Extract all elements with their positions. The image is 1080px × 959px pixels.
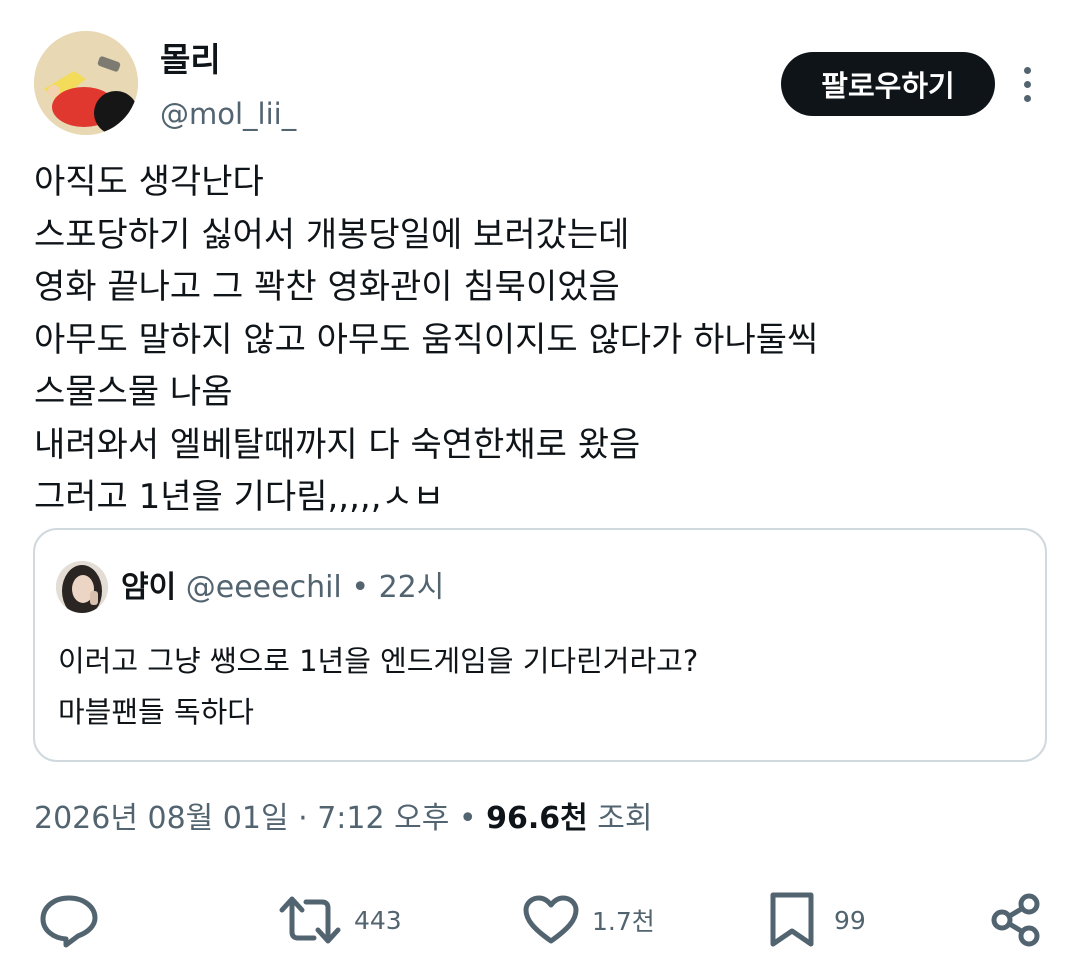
- tweet-date[interactable]: 2026년 08월 01일: [34, 801, 289, 836]
- quoted-line: 이러고 그냥 쌩으로 1년을 엔드게임을 기다린거라고?: [58, 644, 699, 678]
- speech-bubble-icon: [40, 895, 98, 948]
- views-count: 96.6천: [486, 801, 588, 836]
- tweet-line: 내려와서 엘베탈때까지 다 숙연한채로 왔음: [34, 424, 641, 465]
- views-label: 조회: [597, 801, 653, 836]
- tweet-text: 아직도 생각난다 스포당하기 싫어서 개봉당일에 보러갔는데 영화 끝나고 그 …: [34, 156, 1044, 524]
- heart-icon: [523, 895, 579, 944]
- tweet-line: 영화 끝나고 그 꽉찬 영화관이 침묵이었음: [34, 267, 620, 307]
- quoted-handle[interactable]: @eeeechil: [186, 570, 342, 605]
- bookmark-icon: [770, 892, 814, 947]
- bookmark-count: 99: [834, 905, 866, 935]
- quoted-separator: •: [351, 570, 370, 605]
- author-avatar[interactable]: [34, 31, 138, 135]
- reply-button[interactable]: [38, 890, 100, 950]
- tweet-line: 아직도 생각난다: [34, 162, 264, 202]
- meta-separator: ·: [298, 801, 308, 836]
- quoted-header: 얌이 @eeeechil • 22시: [121, 566, 444, 610]
- like-button[interactable]: 1.7천: [522, 890, 655, 950]
- quoted-text: 이러고 그냥 쌩으로 1년을 엔드게임을 기다린거라고? 마블팬들 독하다: [58, 636, 698, 738]
- tweet-time[interactable]: 7:12 오후: [317, 801, 449, 836]
- more-options-button[interactable]: [1010, 62, 1044, 106]
- author-display-name[interactable]: 몰리: [160, 38, 221, 82]
- quoted-author-avatar: [56, 561, 108, 613]
- follow-button[interactable]: 팔로우하기: [781, 52, 995, 116]
- like-count: 1.7천: [592, 907, 655, 936]
- retweet-arrows-icon: [279, 896, 341, 944]
- bookmark-button[interactable]: 99: [768, 890, 866, 950]
- quoted-time[interactable]: 22시: [379, 570, 445, 605]
- tweet-line: 그러고 1년을 기다림,,,,,ㅅㅂ: [34, 477, 445, 517]
- tweet-line: 아무도 말하지 않고 아무도 움직이지도 않다가 하나둘씩: [34, 319, 819, 360]
- tweet-line: 스물스물 나옴: [34, 372, 233, 412]
- retweet-count: 443: [354, 905, 402, 935]
- quoted-display-name[interactable]: 얌이: [121, 570, 176, 605]
- tweet-meta: 2026년 08월 01일 · 7:12 오후 • 96.6천 조회: [34, 797, 653, 841]
- quoted-line: 마블팬들 독하다: [58, 695, 254, 729]
- retweet-button[interactable]: 443: [278, 890, 402, 950]
- meta-separator: •: [458, 801, 477, 836]
- vertical-dots-icon: [1023, 66, 1031, 74]
- share-button[interactable]: [988, 890, 1044, 950]
- share-nodes-icon: [991, 893, 1040, 947]
- author-handle[interactable]: @mol_lii_: [160, 94, 296, 134]
- tweet-line: 스포당하기 싫어서 개봉당일에 보러갔는데: [34, 214, 630, 255]
- quoted-tweet-card[interactable]: 얌이 @eeeechil • 22시 이러고 그냥 쌩으로 1년을 엔드게임을 …: [33, 528, 1047, 762]
